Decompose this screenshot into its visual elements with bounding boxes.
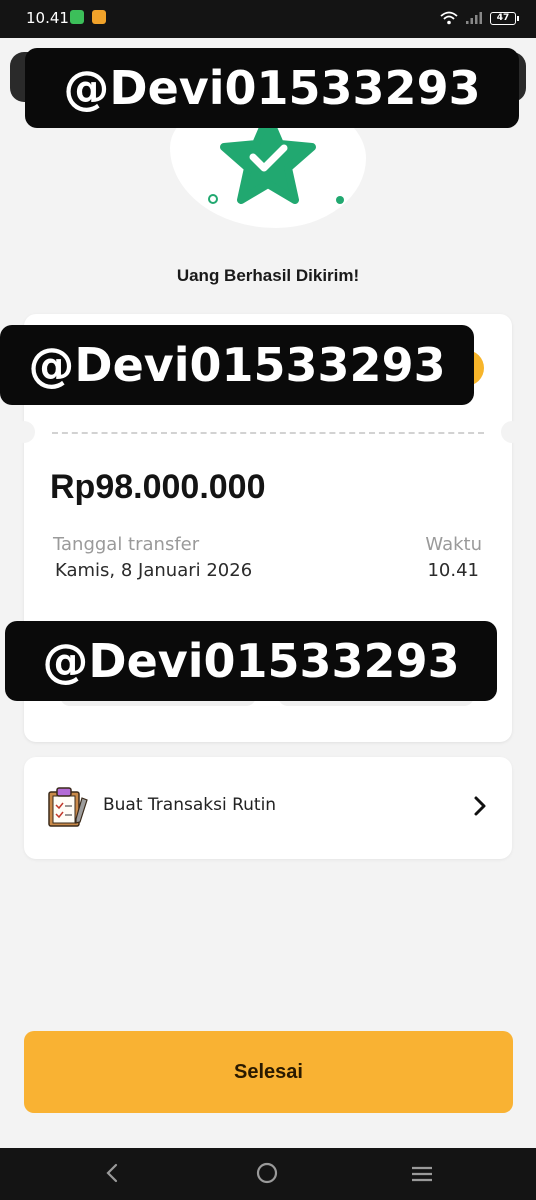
transfer-date-value: Kamis, 8 Januari 2026 bbox=[55, 560, 253, 581]
signal-icon bbox=[466, 12, 482, 24]
notification-app-icon bbox=[92, 10, 106, 24]
battery-icon: 47 bbox=[490, 11, 519, 25]
decorative-dot bbox=[336, 196, 344, 204]
success-title: Uang Berhasil Dikirim! bbox=[176, 266, 360, 285]
back-icon[interactable] bbox=[103, 1162, 121, 1184]
receipt-notch bbox=[13, 421, 35, 443]
transfer-amount: Rp98.000.000 bbox=[50, 468, 266, 506]
transfer-date-label: Tanggal transfer bbox=[53, 534, 200, 555]
receipt-divider bbox=[52, 432, 484, 434]
status-time: 10.41 bbox=[26, 9, 69, 27]
transfer-time-label: Waktu bbox=[425, 534, 482, 555]
wifi-icon bbox=[440, 11, 458, 25]
clipboard-icon bbox=[48, 787, 88, 827]
notification-app-icon bbox=[70, 10, 84, 24]
decorative-dot bbox=[208, 194, 218, 204]
app-screen: 10.41 47 Uang Berhasil Dikirim! Rp98.000… bbox=[0, 0, 536, 1200]
watermark-label: @Devi01533293 bbox=[5, 621, 497, 701]
watermark-label: @Devi01533293 bbox=[25, 48, 519, 128]
system-nav-bar bbox=[0, 1148, 536, 1200]
done-button[interactable]: Selesai bbox=[24, 1031, 513, 1113]
status-icons: 47 bbox=[440, 9, 519, 27]
transfer-time-value: 10.41 bbox=[427, 560, 479, 581]
routine-transaction-label: Buat Transaksi Rutin bbox=[103, 795, 277, 815]
menu-icon[interactable] bbox=[410, 1164, 434, 1184]
home-icon[interactable] bbox=[256, 1162, 278, 1184]
chevron-right-icon[interactable] bbox=[472, 795, 488, 817]
watermark-label: @Devi01533293 bbox=[0, 325, 474, 405]
status-bar: 10.41 47 bbox=[0, 0, 536, 38]
receipt-notch bbox=[501, 421, 523, 443]
